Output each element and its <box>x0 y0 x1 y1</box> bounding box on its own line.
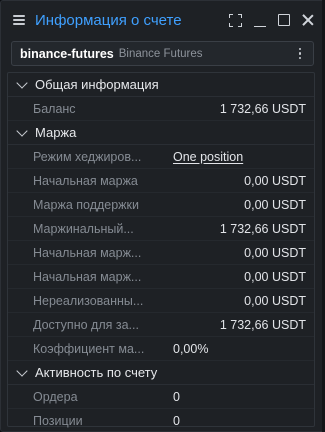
row-value: 0 <box>173 413 180 428</box>
row-label: Режим хеджиров... <box>33 149 142 164</box>
panel-titlebar: Информация о счете <box>1 1 324 39</box>
chevron-down-icon <box>16 364 28 377</box>
row-label: Баланс <box>33 101 76 116</box>
row-initial-margin-3: Начальная марж... 0,00 USDT <box>8 265 314 289</box>
row-label: Начальная марж... <box>33 245 142 260</box>
account-info-panel: Информация о счете binance-futures Binan… <box>0 0 325 432</box>
row-available: Доступно для за... 1 732,66 USDT <box>8 313 314 337</box>
chevron-down-icon <box>16 76 28 89</box>
row-initial-margin-2: Начальная марж... 0,00 USDT <box>8 241 314 265</box>
row-label: Коэффициент ма... <box>33 341 145 356</box>
row-hedge-mode: Режим хеджиров... One position <box>8 145 314 169</box>
row-value: 0,00 USDT <box>244 293 306 308</box>
close-icon[interactable] <box>302 14 314 26</box>
expand-icon[interactable] <box>229 13 242 27</box>
window-controls <box>229 13 314 27</box>
row-value: 0,00 USDT <box>244 173 306 188</box>
row-balance: Баланс 1 732,66 USDT <box>8 97 314 121</box>
row-label: Ордера <box>33 389 78 404</box>
row-value: 0 <box>173 389 180 404</box>
section-title: Активность по счету <box>35 365 158 380</box>
row-label: Маржа поддержки <box>33 197 139 212</box>
row-value: 1 732,66 USDT <box>219 317 306 332</box>
more-vertical-icon[interactable] <box>295 47 305 60</box>
account-name: binance-futures <box>20 46 114 61</box>
row-label: Маржинальный... <box>33 221 134 236</box>
section-title: Маржа <box>35 125 77 140</box>
row-value: 1 732,66 USDT <box>219 101 306 116</box>
row-maintenance-margin: Маржа поддержки 0,00 USDT <box>8 193 314 217</box>
account-selector[interactable]: binance-futures Binance Futures <box>11 41 314 66</box>
row-value: 0,00% <box>173 341 209 356</box>
row-unrealized: Нереализованны... 0,00 USDT <box>8 289 314 313</box>
row-initial-margin: Начальная маржа 0,00 USDT <box>8 169 314 193</box>
row-orders: Ордера 0 <box>8 385 314 409</box>
row-margin-balance: Маржинальный... 1 732,66 USDT <box>8 217 314 241</box>
row-label: Доступно для за... <box>33 317 139 332</box>
row-positions: Позиции 0 <box>8 409 314 431</box>
row-value: 0,00 USDT <box>244 197 306 212</box>
row-value: 0,00 USDT <box>244 269 306 284</box>
row-label: Позиции <box>33 413 83 428</box>
section-margin-header[interactable]: Маржа <box>8 121 314 145</box>
row-label: Начальная маржа <box>33 173 138 188</box>
hamburger-menu-icon[interactable] <box>13 15 25 25</box>
row-value: 0,00 USDT <box>244 245 306 260</box>
row-label: Начальная марж... <box>33 269 142 284</box>
minimize-icon[interactable] <box>254 14 266 27</box>
hedge-mode-link[interactable]: One position <box>173 150 306 164</box>
row-value: 1 732,66 USDT <box>219 221 306 236</box>
chevron-down-icon <box>16 124 28 137</box>
row-margin-ratio: Коэффициент ма... 0,00% <box>8 337 314 361</box>
account-details: Общая информация Баланс 1 732,66 USDT Ма… <box>7 72 315 428</box>
section-activity-header[interactable]: Активность по счету <box>8 361 314 385</box>
account-exchange: Binance Futures <box>118 47 203 60</box>
section-general-header[interactable]: Общая информация <box>8 73 314 97</box>
section-title: Общая информация <box>35 77 159 92</box>
panel-title: Информация о счете <box>35 11 182 29</box>
maximize-icon[interactable] <box>278 14 290 26</box>
row-label: Нереализованны... <box>33 293 144 308</box>
